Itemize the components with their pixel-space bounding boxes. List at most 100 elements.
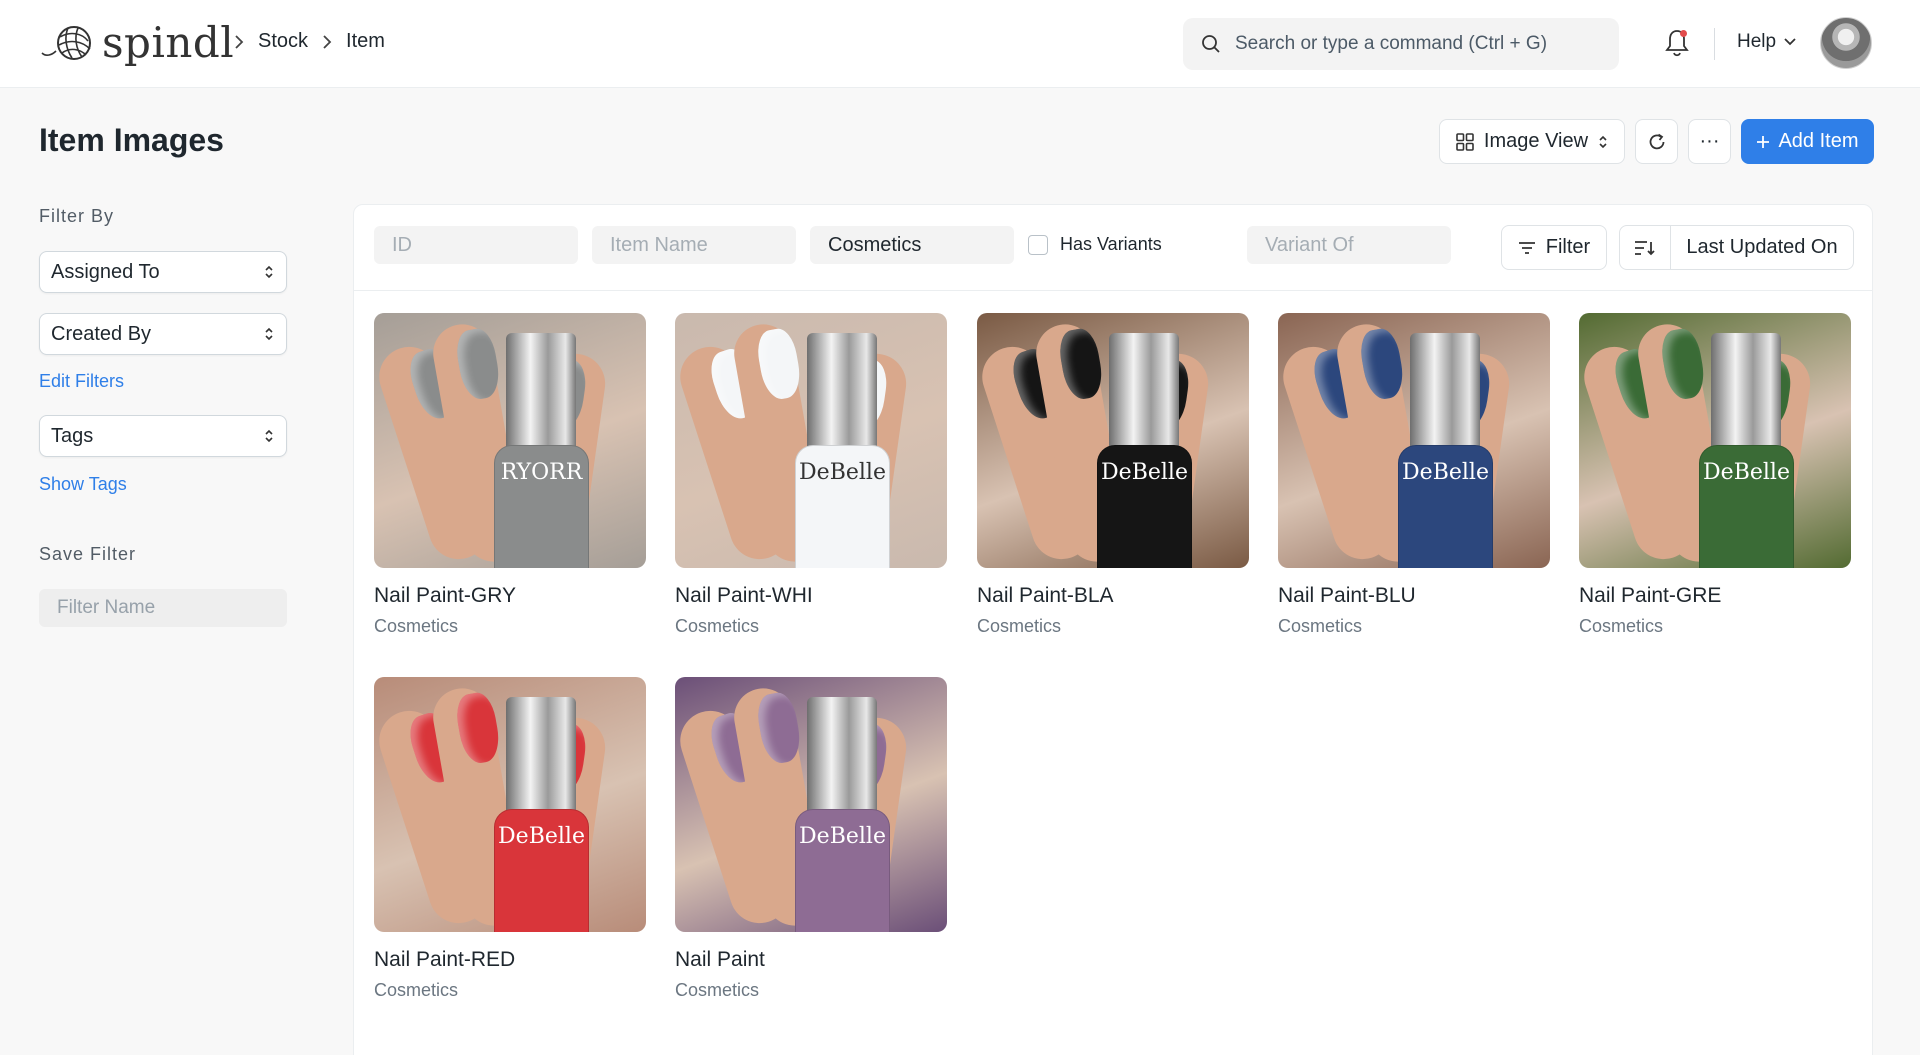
sort-direction-button[interactable]	[1620, 226, 1671, 269]
breadcrumb-item[interactable]: Item	[346, 30, 385, 53]
bottle-brand-text: DeBelle	[799, 460, 886, 485]
item-title[interactable]: Nail Paint-BLU	[1278, 584, 1550, 608]
item-group: Cosmetics	[1278, 616, 1363, 636]
chevron-right-icon	[322, 34, 332, 50]
has-variants-checkbox[interactable]	[1028, 234, 1048, 255]
nail-polish-bottle: RYORR	[494, 333, 589, 568]
help-dropdown[interactable]: Help	[1737, 31, 1796, 53]
item-title[interactable]: Nail Paint-GRY	[374, 584, 646, 608]
edit-filters-link[interactable]: Edit Filters	[39, 371, 124, 392]
item-name-filter-input[interactable]	[592, 226, 796, 264]
assigned-to-label: Assigned To	[51, 260, 160, 283]
filter-button[interactable]: Filter	[1501, 225, 1607, 270]
item-image[interactable]: DeBelle	[374, 677, 646, 932]
bottle-body: DeBelle	[1097, 445, 1192, 568]
nav-divider	[1714, 28, 1715, 60]
item-title[interactable]: Nail Paint-GRE	[1579, 584, 1851, 608]
yarn-ball-icon	[41, 26, 91, 60]
bottle-body: DeBelle	[494, 809, 589, 932]
bottle-cap	[807, 697, 877, 817]
item-card[interactable]: DeBelle Nail Paint-WHI Cosmetics	[675, 313, 947, 637]
search-input[interactable]	[1235, 33, 1595, 55]
sort-control: Last Updated On	[1619, 225, 1854, 270]
more-icon: ···	[1699, 130, 1720, 152]
variant-of-filter-input[interactable]	[1247, 226, 1451, 264]
item-card[interactable]: DeBelle Nail Paint-BLA Cosmetics	[977, 313, 1249, 637]
tags-select[interactable]: Tags	[39, 415, 287, 457]
filter-button-label: Filter	[1545, 236, 1591, 258]
filter-icon	[1518, 241, 1535, 254]
item-group: Cosmetics	[1579, 616, 1664, 636]
item-image[interactable]: DeBelle	[675, 313, 947, 568]
help-label: Help	[1737, 31, 1777, 52]
id-filter-input[interactable]	[374, 226, 578, 264]
sort-field-button[interactable]: Last Updated On	[1671, 236, 1853, 259]
item-group: Cosmetics	[374, 980, 459, 1000]
item-card[interactable]: DeBelle Nail Paint-RED Cosmetics	[374, 677, 646, 1001]
item-title[interactable]: Nail Paint-WHI	[675, 584, 947, 608]
assigned-to-select[interactable]: Assigned To	[39, 251, 287, 293]
bottle-brand-text: DeBelle	[799, 824, 886, 849]
search-bar[interactable]	[1183, 18, 1619, 70]
nail-polish-bottle: DeBelle	[795, 333, 890, 568]
item-group-filter-input[interactable]	[810, 226, 1014, 264]
item-group: Cosmetics	[977, 616, 1062, 636]
bottle-body: DeBelle	[1398, 445, 1493, 568]
refresh-icon	[1649, 133, 1664, 149]
has-variants-label: Has Variants	[1060, 234, 1162, 254]
view-switcher-label: Image View	[1483, 130, 1589, 152]
bottle-cap	[1109, 333, 1179, 453]
bottle-brand-text: RYORR	[500, 460, 583, 485]
bottle-cap	[506, 697, 576, 817]
item-image[interactable]: DeBelle	[977, 313, 1249, 568]
item-image[interactable]: DeBelle	[675, 677, 947, 932]
grid-icon	[1456, 132, 1474, 151]
page-title: Item Images	[39, 122, 224, 158]
item-group: Cosmetics	[675, 980, 760, 1000]
chevron-down-icon	[1784, 38, 1796, 46]
item-card[interactable]: DeBelle Nail Paint Cosmetics	[675, 677, 947, 1001]
breadcrumb: Stock Item	[234, 30, 385, 53]
bottle-cap	[807, 333, 877, 453]
bottle-cap	[506, 333, 576, 453]
avatar[interactable]	[1820, 17, 1872, 69]
chevron-right-icon	[234, 34, 244, 50]
sort-descending-icon	[1635, 240, 1655, 255]
bottle-brand-text: DeBelle	[1703, 460, 1790, 485]
created-by-select[interactable]: Created By	[39, 313, 287, 355]
app-logo[interactable]: spindl	[40, 18, 234, 68]
has-variants-filter[interactable]: Has Variants	[1028, 234, 1162, 255]
item-group: Cosmetics	[374, 616, 459, 636]
bottle-brand-text: DeBelle	[1101, 460, 1188, 485]
plus-icon	[1757, 135, 1770, 148]
refresh-button[interactable]	[1635, 119, 1678, 164]
logo-text: spindl	[102, 18, 235, 67]
nail-polish-bottle: DeBelle	[1398, 333, 1493, 568]
search-icon	[1202, 35, 1220, 53]
item-title[interactable]: Nail Paint-BLA	[977, 584, 1249, 608]
item-card[interactable]: RYORR Nail Paint-GRY Cosmetics	[374, 313, 646, 637]
bottle-body: DeBelle	[795, 445, 890, 568]
filter-name-input[interactable]	[39, 589, 287, 627]
navbar: spindl Stock Item Help	[0, 0, 1920, 88]
item-card[interactable]: DeBelle Nail Paint-GRE Cosmetics	[1579, 313, 1851, 637]
chevron-updown-icon	[1599, 135, 1607, 148]
chevron-updown-icon	[265, 265, 273, 279]
bottle-brand-text: DeBelle	[1402, 460, 1489, 485]
item-card[interactable]: DeBelle Nail Paint-BLU Cosmetics	[1278, 313, 1550, 637]
item-image[interactable]: DeBelle	[1579, 313, 1851, 568]
notification-dot	[1680, 30, 1687, 37]
item-title[interactable]: Nail Paint-RED	[374, 948, 646, 972]
item-image[interactable]: DeBelle	[1278, 313, 1550, 568]
created-by-label: Created By	[51, 322, 152, 345]
tags-label: Tags	[51, 424, 94, 447]
item-title[interactable]: Nail Paint	[675, 948, 947, 972]
more-actions-button[interactable]: ···	[1688, 119, 1731, 164]
show-tags-link[interactable]: Show Tags	[39, 474, 127, 495]
nail-polish-bottle: DeBelle	[795, 697, 890, 932]
view-switcher-button[interactable]: Image View	[1439, 119, 1625, 164]
breadcrumb-stock[interactable]: Stock	[258, 30, 308, 53]
item-image[interactable]: RYORR	[374, 313, 646, 568]
add-item-label: Add Item	[1778, 130, 1859, 152]
add-item-button[interactable]: Add Item	[1741, 119, 1874, 164]
